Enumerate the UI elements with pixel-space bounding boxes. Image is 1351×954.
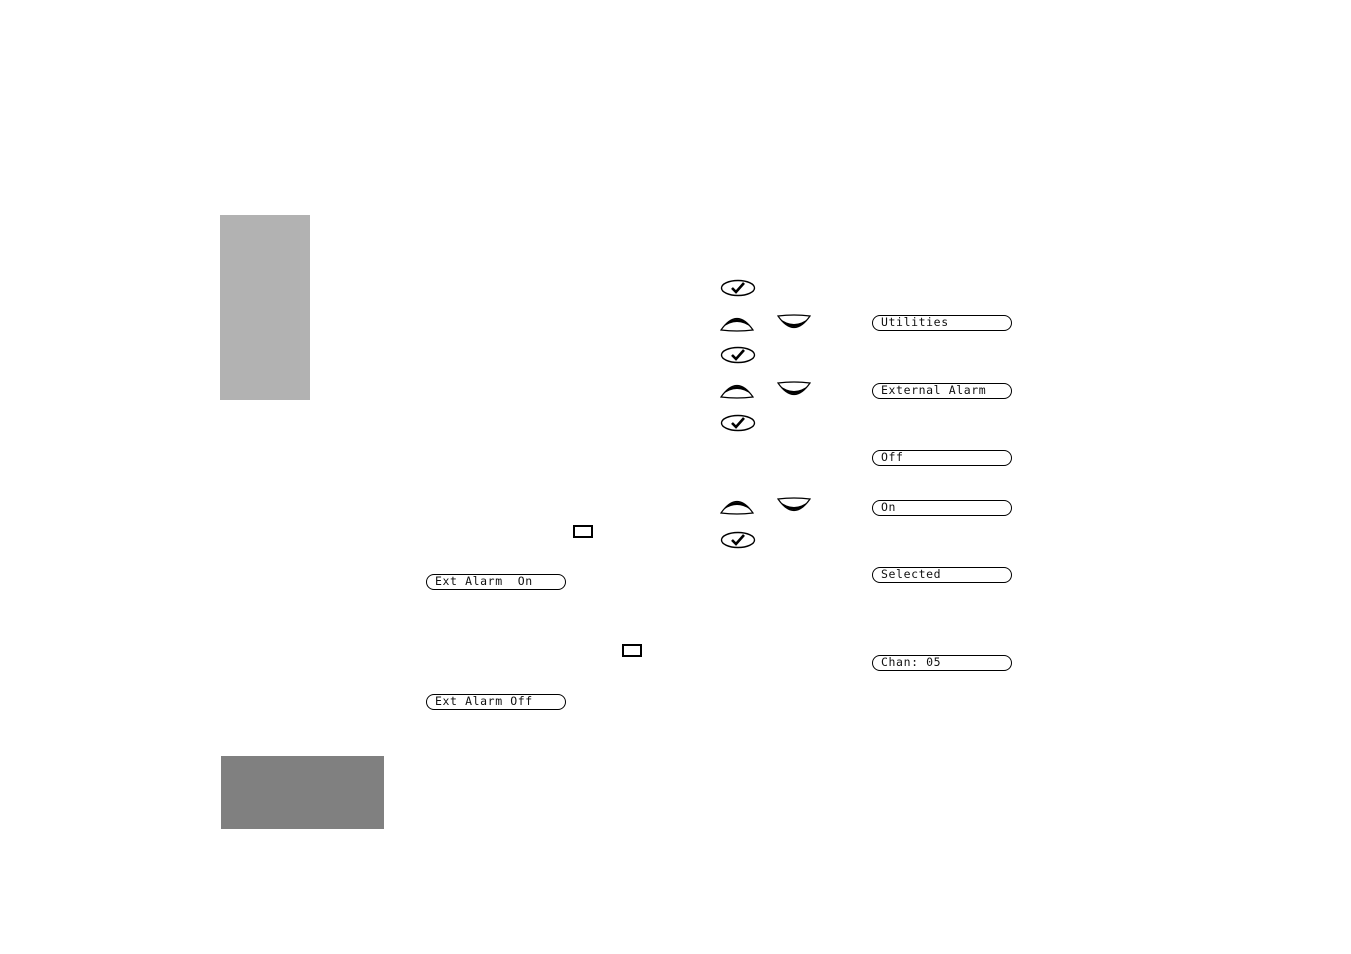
section-tab bbox=[220, 215, 310, 400]
programmable-button-icon bbox=[573, 525, 593, 538]
display-ext-alarm-off: Ext Alarm Off bbox=[426, 694, 566, 710]
scroll-down-icon bbox=[776, 497, 812, 512]
display-text: Ext Alarm On bbox=[435, 574, 533, 588]
chapter-tab bbox=[221, 756, 384, 829]
menu-select-icon bbox=[720, 346, 756, 364]
display-channel: Chan: 05 bbox=[872, 655, 1012, 671]
programmable-button-icon bbox=[622, 644, 642, 657]
menu-select-icon bbox=[720, 279, 756, 297]
display-utilities: Utilities bbox=[872, 315, 1012, 331]
display-external-alarm: External Alarm bbox=[872, 383, 1012, 399]
scroll-up-icon bbox=[719, 317, 755, 332]
display-text: External Alarm bbox=[881, 383, 987, 397]
scroll-down-icon bbox=[776, 314, 812, 329]
display-selected: Selected bbox=[872, 567, 1012, 583]
display-text: Selected bbox=[881, 567, 942, 581]
display-text: Chan: 05 bbox=[881, 655, 942, 669]
menu-select-icon bbox=[720, 414, 756, 432]
scroll-up-icon bbox=[719, 384, 755, 399]
display-text: Utilities bbox=[881, 315, 949, 329]
display-ext-alarm-on: Ext Alarm On bbox=[426, 574, 566, 590]
display-on: On bbox=[872, 500, 1012, 516]
scroll-down-icon bbox=[776, 381, 812, 396]
display-off: Off bbox=[872, 450, 1012, 466]
display-text: Off bbox=[881, 450, 904, 464]
menu-select-icon bbox=[720, 531, 756, 549]
display-text: On bbox=[881, 500, 897, 514]
scroll-up-icon bbox=[719, 500, 755, 515]
display-text: Ext Alarm Off bbox=[435, 694, 533, 708]
